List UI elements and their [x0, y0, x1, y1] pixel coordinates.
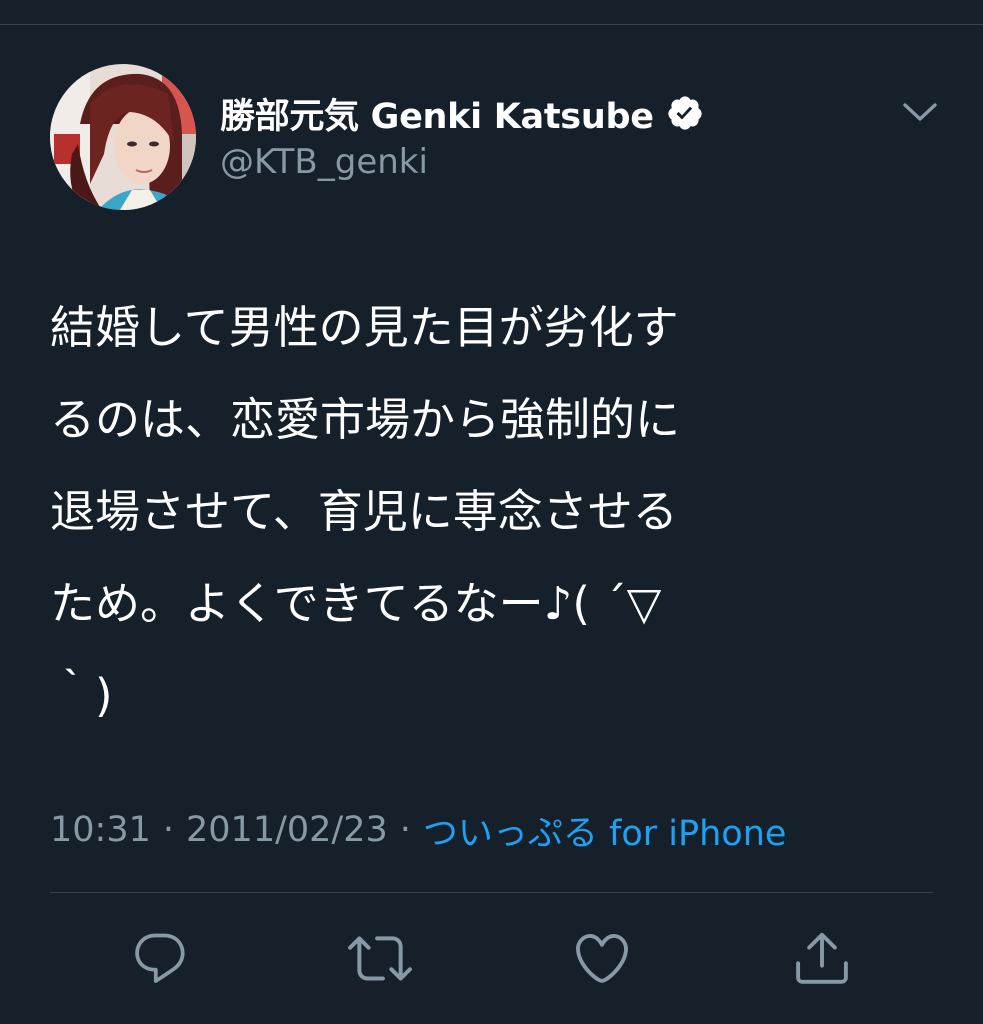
meta-separator: ·	[399, 810, 411, 850]
heart-icon	[576, 934, 628, 983]
tweet-source-link[interactable]: ついっぷる for iPhone	[423, 805, 787, 856]
top-divider	[0, 24, 983, 25]
verified-badge-icon	[666, 94, 704, 132]
tweet-text: 結婚して男性の見た目が劣化す るのは、恋愛市場から強制的に 退場させて、育児に専…	[50, 301, 681, 722]
avatar-image	[50, 64, 196, 210]
retweet-icon	[348, 936, 412, 981]
tweet-menu-button[interactable]	[896, 92, 944, 132]
author-name-row[interactable]: 勝部元気 Genki Katsube	[220, 88, 704, 139]
action-bar	[0, 926, 983, 996]
action-divider	[50, 892, 933, 893]
display-name[interactable]: 勝部元気 Genki Katsube	[220, 88, 654, 139]
tweet-meta: 10:31 · 2011/02/23 · ついっぷる for iPhone	[50, 806, 786, 854]
tweet-time[interactable]: 10:31	[50, 810, 151, 850]
speech-bubble-icon	[135, 933, 185, 983]
tweet-date[interactable]: 2011/02/23	[186, 810, 388, 850]
retweet-button[interactable]	[348, 926, 412, 990]
reply-button[interactable]	[128, 926, 192, 990]
author-handle[interactable]: @KTB_genki	[220, 142, 428, 182]
like-button[interactable]	[570, 926, 634, 990]
avatar[interactable]	[50, 64, 196, 210]
chevron-down-icon	[903, 103, 937, 121]
share-button[interactable]	[790, 926, 854, 990]
meta-separator: ·	[162, 810, 175, 850]
share-upload-icon	[796, 932, 848, 984]
